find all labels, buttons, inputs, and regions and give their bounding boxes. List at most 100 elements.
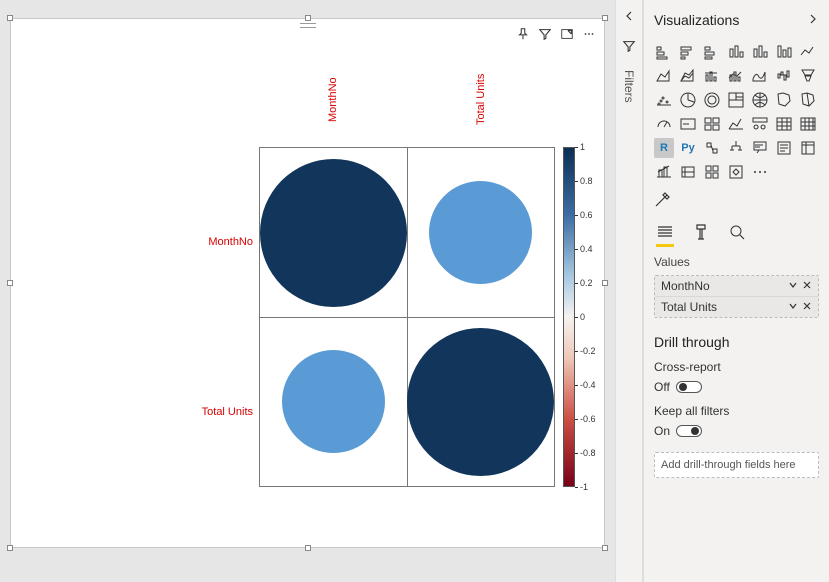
viz-type-button[interactable]	[678, 66, 698, 86]
viz-type-button[interactable]	[678, 90, 698, 110]
filter-icon[interactable]	[622, 39, 636, 56]
colorbar-tick: 0	[580, 312, 585, 322]
more-options-icon[interactable]	[582, 27, 596, 41]
remove-field-icon[interactable]	[802, 279, 812, 293]
viz-type-button[interactable]	[798, 42, 818, 62]
viz-type-button[interactable]	[750, 114, 770, 134]
resize-handle[interactable]	[305, 545, 311, 551]
filter-icon[interactable]	[538, 27, 552, 41]
chevron-down-icon[interactable]	[788, 300, 798, 314]
toggle-state-label: On	[654, 424, 670, 438]
col-label: MonthNo	[327, 67, 339, 132]
cross-report-label: Cross-report	[654, 360, 819, 374]
chevron-down-icon[interactable]	[788, 279, 798, 293]
viz-type-button[interactable]	[654, 114, 674, 134]
values-label: Values	[654, 255, 819, 269]
resize-handle[interactable]	[7, 15, 13, 21]
colorbar-tick: 0.6	[580, 210, 593, 220]
viz-type-button[interactable]	[678, 114, 698, 134]
heatmap-grid	[259, 147, 555, 487]
viz-type-button[interactable]	[774, 42, 794, 62]
viz-type-button[interactable]	[702, 138, 722, 158]
resize-handle[interactable]	[602, 15, 608, 21]
row-label: MonthNo	[11, 157, 259, 327]
drill-through-drop-area[interactable]: Add drill-through fields here	[654, 452, 819, 478]
viz-type-button[interactable]	[726, 66, 746, 86]
analytics-tab[interactable]	[726, 221, 748, 243]
corr-circle	[282, 350, 386, 454]
visual-frame[interactable]: MonthNo Total Units MonthNo Total Units …	[10, 18, 605, 548]
pin-icon[interactable]	[516, 27, 530, 41]
row-label: Total Units	[11, 327, 259, 497]
viz-type-button[interactable]	[678, 162, 698, 182]
corr-circle	[429, 181, 533, 285]
panel-title: Visualizations	[654, 12, 739, 28]
collapse-left-icon[interactable]	[623, 10, 635, 25]
viz-type-button[interactable]	[702, 114, 722, 134]
viz-type-r-script[interactable]: R	[654, 138, 674, 158]
drag-grip-icon[interactable]	[300, 23, 316, 28]
viz-type-button[interactable]	[798, 138, 818, 158]
colorbar-tick: -0.2	[580, 346, 596, 356]
viz-type-button[interactable]	[726, 114, 746, 134]
values-field-well[interactable]: MonthNo Total Units	[654, 275, 819, 318]
viz-type-button[interactable]	[726, 42, 746, 62]
viz-type-button[interactable]	[702, 162, 722, 182]
drill-through-title: Drill through	[654, 334, 819, 350]
colorbar-tick: -1	[580, 482, 588, 492]
format-tab[interactable]	[690, 221, 712, 243]
viz-type-button[interactable]	[774, 114, 794, 134]
remove-field-icon[interactable]	[802, 300, 812, 314]
visualizations-panel: Visualizations RPy Values MonthNo	[643, 0, 829, 582]
viz-type-button[interactable]	[702, 42, 722, 62]
viz-type-button[interactable]	[750, 66, 770, 86]
viz-type-button[interactable]	[654, 66, 674, 86]
colorbar-tick: -0.6	[580, 414, 596, 424]
viz-type-button[interactable]	[774, 66, 794, 86]
viz-type-button[interactable]	[774, 90, 794, 110]
field-name: Total Units	[661, 300, 717, 314]
viz-type-button[interactable]	[798, 114, 818, 134]
viz-type-button[interactable]	[678, 42, 698, 62]
colorbar-ticks: 10.80.60.40.20-0.2-0.4-0.6-0.8-1	[580, 145, 606, 489]
viz-type-button[interactable]	[654, 42, 674, 62]
viz-type-button[interactable]	[798, 66, 818, 86]
viz-type-button[interactable]	[702, 90, 722, 110]
resize-handle[interactable]	[602, 545, 608, 551]
viz-type-button[interactable]	[798, 90, 818, 110]
correlation-plot: MonthNo Total Units MonthNo Total Units …	[11, 67, 604, 537]
visualization-gallery: RPy	[654, 42, 819, 182]
field-name: MonthNo	[661, 279, 710, 293]
colorbar-tick: 0.8	[580, 176, 593, 186]
viz-type-button[interactable]	[726, 162, 746, 182]
viz-type-python[interactable]: Py	[678, 138, 698, 158]
resize-handle[interactable]	[305, 15, 311, 21]
viz-type-button[interactable]	[726, 90, 746, 110]
format-tools-icon[interactable]	[654, 192, 819, 211]
viz-type-button[interactable]	[654, 90, 674, 110]
focus-mode-icon[interactable]	[560, 27, 574, 41]
viz-type-button[interactable]	[750, 42, 770, 62]
viz-more-icon[interactable]	[750, 162, 770, 182]
field-item[interactable]: Total Units	[655, 297, 818, 317]
viz-type-button[interactable]	[654, 162, 674, 182]
resize-handle[interactable]	[7, 545, 13, 551]
viz-type-button[interactable]	[726, 138, 746, 158]
viz-type-button[interactable]	[750, 90, 770, 110]
viz-type-button[interactable]	[702, 66, 722, 86]
report-canvas: MonthNo Total Units MonthNo Total Units …	[0, 0, 615, 582]
viz-type-button[interactable]	[750, 138, 770, 158]
colorbar-tick: -0.4	[580, 380, 596, 390]
viz-type-button[interactable]	[774, 138, 794, 158]
keep-filters-toggle[interactable]	[676, 425, 702, 437]
cross-report-toggle[interactable]	[676, 381, 702, 393]
fields-tab[interactable]	[654, 221, 676, 243]
colorbar-tick: 1	[580, 142, 585, 152]
filters-rail: Filters	[615, 0, 643, 582]
collapse-right-icon[interactable]	[807, 13, 819, 28]
col-label: Total Units	[475, 67, 487, 132]
keep-filters-label: Keep all filters	[654, 404, 819, 418]
colorbar-tick: 0.4	[580, 244, 593, 254]
filters-label[interactable]: Filters	[622, 70, 636, 103]
field-item[interactable]: MonthNo	[655, 276, 818, 297]
